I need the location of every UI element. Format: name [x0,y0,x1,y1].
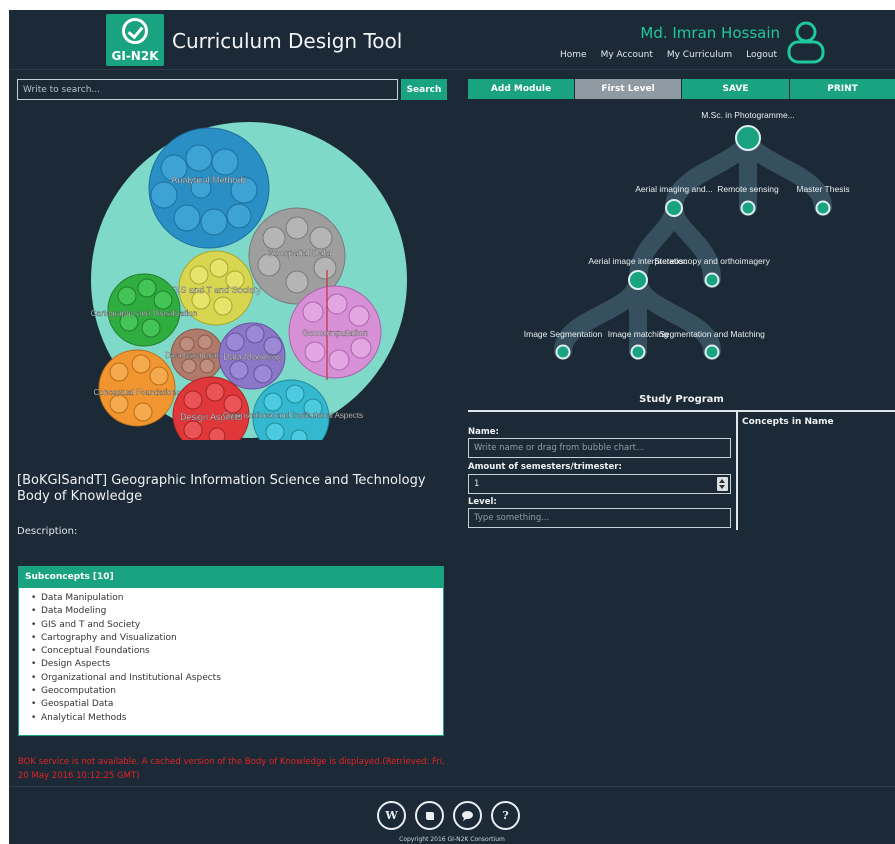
list-item: Cartography and Visualization [31,632,443,646]
tree-node-root[interactable] [735,125,761,151]
wikipedia-icon[interactable]: W [377,801,406,830]
list-item: Design Aspects [31,658,443,672]
list-item: Data Modeling [31,605,443,619]
user-avatar-icon[interactable] [786,20,826,64]
tree-label: Master Thesis [796,184,849,194]
list-item: Analytical Methods [31,712,443,726]
logo-text: GI-N2K [111,49,159,63]
chat-bubble-icon[interactable] [453,801,482,830]
subconcepts-panel: Subconcepts [10] Data Manipulation Data … [18,566,444,736]
bubble-label-geocomputation: Geocomputation [302,328,368,338]
nav-my-curriculum[interactable]: My Curriculum [667,50,732,60]
first-level-button[interactable]: First Level [575,79,681,99]
tree-node[interactable] [740,200,756,216]
bubble-label-organizational-and-institutional-aspects: Organizational and Institutional Aspects [223,411,363,420]
copyright: Copyright 2016 GI-N2K Consortium [399,836,505,843]
tree-links [554,128,832,360]
add-module-button[interactable]: Add Module [468,79,574,99]
semesters-label: Amount of semesters/trimester: [468,462,622,472]
list-item: Geospatial Data [31,698,443,712]
search-button[interactable]: Search [401,79,447,100]
tree-node[interactable] [555,344,571,360]
nav-my-account[interactable]: My Account [601,50,653,60]
app-title: Curriculum Design Tool [172,29,403,53]
study-program-divider [468,410,895,412]
level-label: Level: [468,497,497,507]
logo[interactable]: GI-N2K [106,14,164,66]
check-badge-icon [122,18,148,44]
concepts-in-name-title: Concepts in Name [742,417,834,427]
bubble-chart[interactable]: Analytical Methods Geospatial Data GIS a… [89,120,409,440]
study-program-column-divider [736,412,738,530]
list-item: Data Manipulation [31,592,443,606]
list-item: GIS and T and Society [31,619,443,633]
book-icon[interactable] [415,801,444,830]
bubble-label-cartography-and-visualization: Cartography and Visualization [91,309,198,318]
nav-logout[interactable]: Logout [746,50,777,60]
bubble-analytical-methods[interactable]: Analytical Methods [148,127,270,249]
tree-node[interactable] [704,272,720,288]
app-window: GI-N2K Curriculum Design Tool Md. Imran … [9,10,895,844]
description-label: Description: [17,526,78,537]
bubble-label-analytical-methods: Analytical Methods [171,175,247,185]
nav-home[interactable]: Home [560,50,587,60]
help-icon[interactable]: ? [491,801,520,830]
study-program-title: Study Program [639,394,724,405]
name-input[interactable] [468,438,731,458]
tree-node[interactable] [665,199,683,217]
bubble-label-data-modeling: Data Modeling [223,352,281,362]
semesters-input[interactable] [468,474,731,494]
bubble-label-gis-and-t-and-society: GIS and T and Society [171,285,262,295]
toolbar: Add Module First Level SAVE PRINT [468,79,895,99]
tree-label: Stereoscopy and orthoimagery [654,256,771,266]
search-input[interactable] [17,79,398,100]
topic-title: [BoKGISandT] Geographic Information Scie… [17,473,426,504]
user-name: Md. Imran Hossain [640,24,780,42]
name-label: Name: [468,427,499,437]
tree-label: Image Segmentation [524,329,603,339]
tree-node[interactable] [704,344,720,360]
tree-label: Remote sensing [717,184,779,194]
bok-warning-message: BOK service is not available. A cached v… [18,757,445,781]
tree-label: Aerial imaging and... [635,184,713,194]
list-item: Organizational and Institutional Aspects [31,672,443,686]
bubble-label-geospatial-data: Geospatial Data [267,248,332,258]
tree-node[interactable] [815,200,831,216]
print-button[interactable]: PRINT [790,79,895,99]
subconcepts-header[interactable]: Subconcepts [10] [19,567,443,588]
save-button[interactable]: SAVE [682,79,789,99]
tree-label-root: M.Sc. in Photogramme... [701,110,795,120]
footer-icons: W ? [377,801,520,830]
top-nav: Home My Account My Curriculum Logout [560,50,777,60]
footer-divider [9,786,895,787]
semesters-stepper[interactable] [717,477,728,491]
bubble-label-conceptual-foundations: Conceptual Foundations [94,388,181,397]
tree-label: Segmentation and Matching [659,329,765,339]
level-input[interactable] [468,508,731,528]
curriculum-tree[interactable]: M.Sc. in Photogramme... Aerial imaging a… [468,102,895,402]
tree-node[interactable] [630,344,646,360]
list-item: Geocomputation [31,685,443,699]
tree-node[interactable] [628,270,648,290]
header: GI-N2K Curriculum Design Tool Md. Imran … [9,10,895,70]
list-item: Conceptual Foundations [31,645,443,659]
subconcepts-list: Data Manipulation Data Modeling GIS and … [19,588,443,725]
bubble-data-modeling[interactable]: Data Modeling [218,322,286,390]
